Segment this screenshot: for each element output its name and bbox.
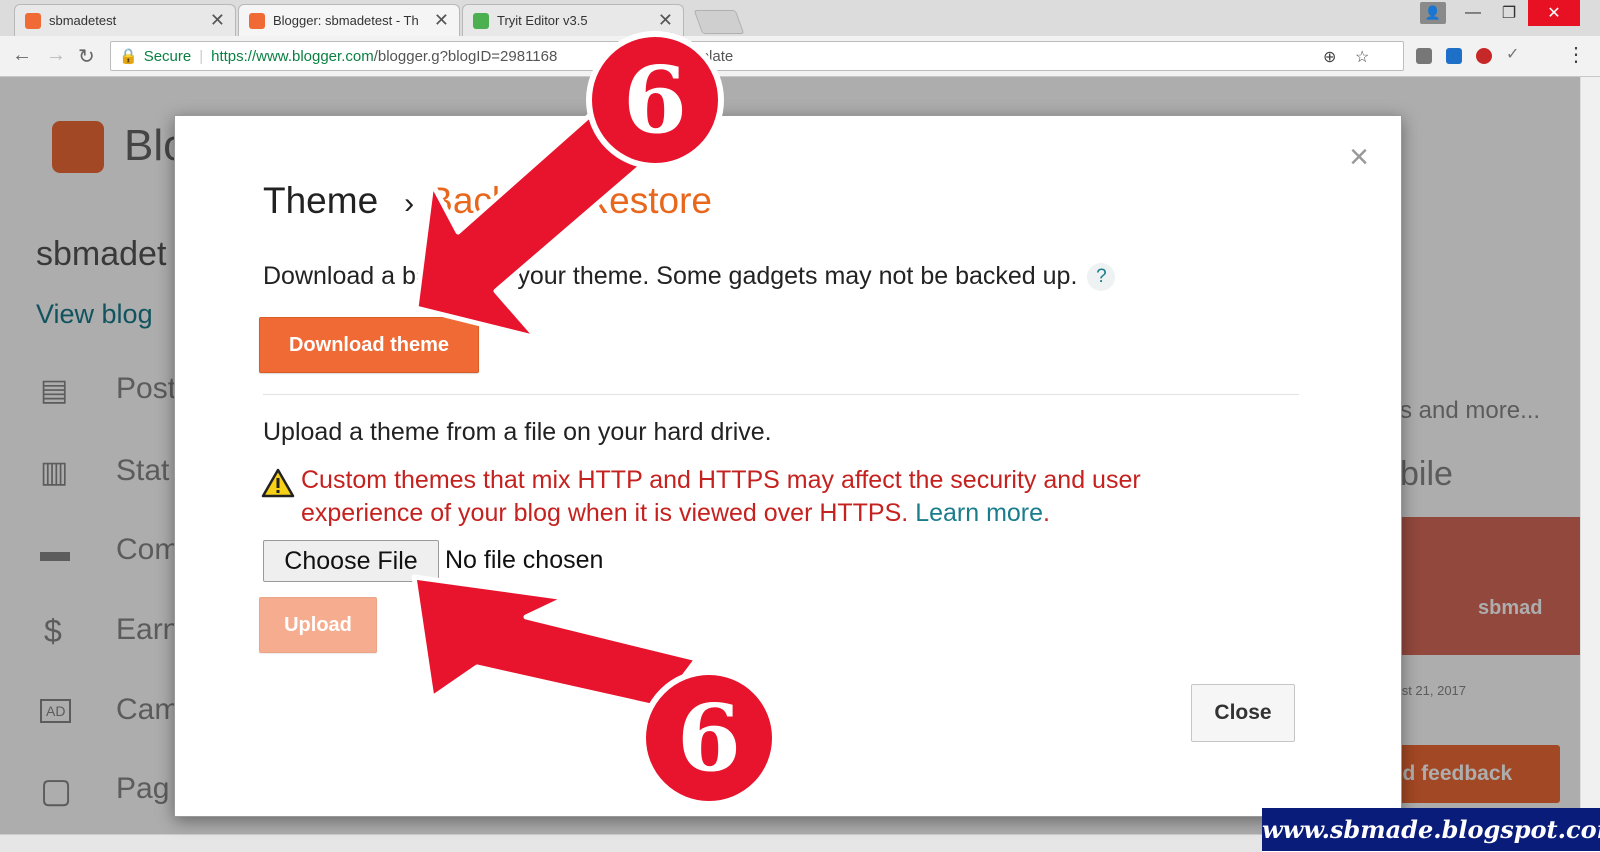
arrow-to-download-button: 6: [413, 31, 724, 341]
step-number-top: 6: [623, 46, 687, 154]
tutorial-annotations: 6 6: [411, 31, 778, 807]
arrow-to-choose-file: 6: [411, 574, 778, 807]
watermark: www.sbmade.blogspot.com: [1262, 808, 1600, 851]
step-number-bottom: 6: [677, 684, 741, 792]
